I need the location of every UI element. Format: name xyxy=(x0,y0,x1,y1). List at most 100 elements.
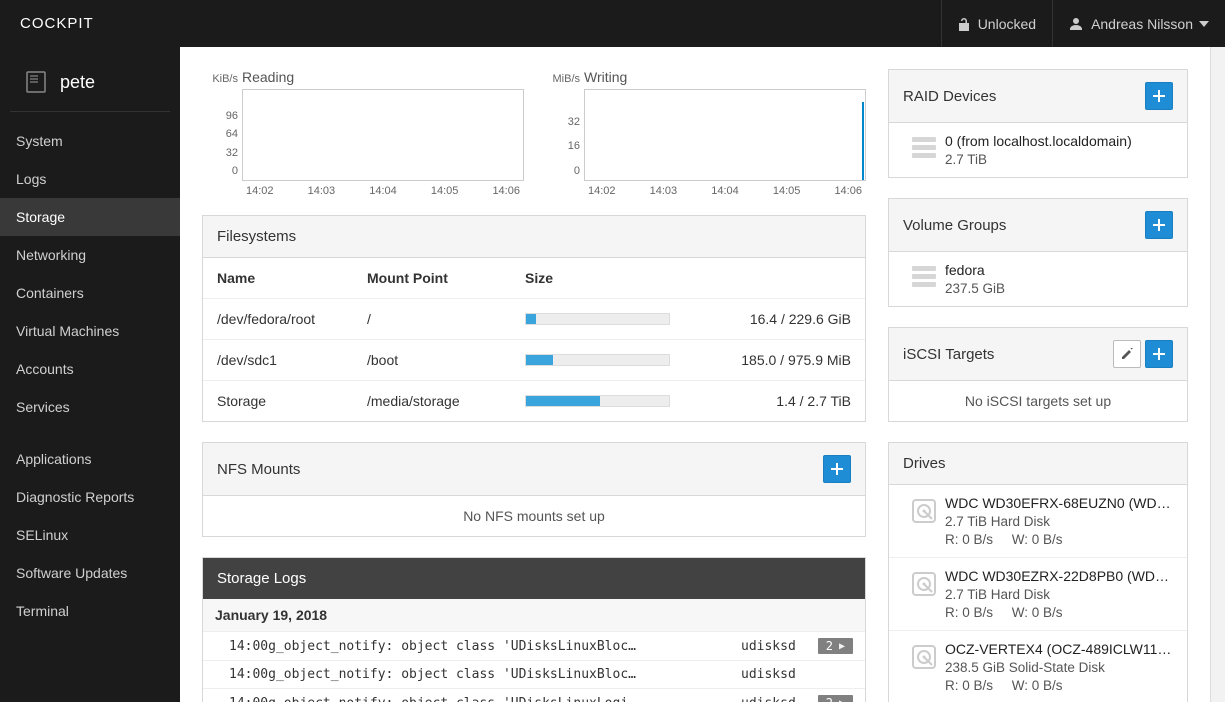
fs-name: /dev/fedora/root xyxy=(217,311,367,327)
log-time: 14:00 xyxy=(215,696,268,702)
col-header-mount: Mount Point xyxy=(367,270,525,286)
sidebar-item[interactable]: Containers xyxy=(0,274,180,312)
chevron-down-icon xyxy=(1199,21,1209,27)
usage-bar xyxy=(525,354,670,366)
chart-title: Reading xyxy=(242,69,524,85)
list-item[interactable]: WDC WD30EZRX-22D8PB0 (WD…2.7 TiB Hard Di… xyxy=(889,558,1187,631)
item-rw: R: 0 B/s W: 0 B/s xyxy=(945,532,1173,547)
unlock-icon xyxy=(958,17,970,31)
lock-toggle[interactable]: Unlocked xyxy=(941,0,1052,47)
fs-mount: /boot xyxy=(367,352,525,368)
triangle-right-icon: ▶ xyxy=(839,698,845,702)
edit-iscsi-button[interactable] xyxy=(1113,340,1141,368)
user-icon xyxy=(1069,17,1083,31)
log-time: 14:00 xyxy=(215,639,268,654)
filesystem-row[interactable]: /dev/fedora/root/ 16.4 / 229.6 GiB xyxy=(203,299,865,340)
sidebar-item[interactable]: Software Updates xyxy=(0,554,180,592)
server-icon xyxy=(26,71,46,93)
user-menu[interactable]: Andreas Nilsson xyxy=(1052,0,1225,47)
sidebar-item[interactable]: Logs xyxy=(0,160,180,198)
io-charts: KiB/s 96 64 32 0 Reading 14:02 14:03 14:… xyxy=(202,69,866,197)
storage-logs-panel: Storage Logs January 19, 2018 14:00g_obj… xyxy=(202,557,866,702)
raid-panel: RAID Devices 0 (from localhost.localdoma… xyxy=(888,69,1188,178)
host-name: pete xyxy=(60,72,95,93)
chart-title: Writing xyxy=(584,69,866,85)
triangle-right-icon: ▶ xyxy=(839,641,845,652)
panel-title: NFS Mounts xyxy=(217,461,300,478)
sidebar: pete SystemLogsStorageNetworkingContaine… xyxy=(0,47,180,702)
sidebar-item[interactable]: Terminal xyxy=(0,592,180,630)
sidebar-item[interactable]: Storage xyxy=(0,198,180,236)
fs-size: 185.0 / 975.9 MiB xyxy=(741,352,851,368)
stack-icon xyxy=(903,133,945,167)
usage-bar xyxy=(525,313,670,325)
table-header: Name Mount Point Size xyxy=(203,258,865,299)
add-vg-button[interactable] xyxy=(1145,211,1173,239)
plus-icon xyxy=(1153,348,1165,360)
top-header: COCKPIT Unlocked Andreas Nilsson xyxy=(0,0,1225,47)
item-subtitle: 2.7 TiB Hard Disk xyxy=(945,587,1173,602)
chart-canvas[interactable] xyxy=(584,89,866,181)
log-message: g_object_notify: object class 'UDisksLin… xyxy=(268,667,741,682)
scrollbar[interactable] xyxy=(1210,47,1225,702)
drives-panel: Drives WDC WD30EFRX-68EUZN0 (WD…2.7 TiB … xyxy=(888,442,1188,702)
panel-title: Volume Groups xyxy=(903,217,1006,234)
plus-icon xyxy=(831,463,843,475)
item-subtitle: 237.5 GiB xyxy=(945,281,1173,296)
filesystems-panel: Filesystems Name Mount Point Size /dev/f… xyxy=(202,215,866,422)
add-nfs-button[interactable] xyxy=(823,455,851,483)
plus-icon xyxy=(1153,219,1165,231)
sidebar-item[interactable]: Applications xyxy=(0,440,180,478)
fs-size: 16.4 / 229.6 GiB xyxy=(750,311,851,327)
list-item[interactable]: OCZ-VERTEX4 (OCZ-489ICLW11… 238.5 GiB Sol… xyxy=(889,631,1187,702)
volume-groups-panel: Volume Groups fedora 237.5 GiB xyxy=(888,198,1188,307)
panel-header: iSCSI Targets xyxy=(889,328,1187,381)
host-selector[interactable]: pete xyxy=(10,59,170,112)
list-item[interactable]: WDC WD30EFRX-68EUZN0 (WD…2.7 TiB Hard Di… xyxy=(889,485,1187,558)
pencil-icon xyxy=(1121,348,1133,360)
main-content: KiB/s 96 64 32 0 Reading 14:02 14:03 14:… xyxy=(180,47,1210,702)
writing-chart: MiB/s 32 16 0 Writing 14:02 14:03 xyxy=(544,69,866,197)
panel-title: Storage Logs xyxy=(217,570,306,587)
add-raid-button[interactable] xyxy=(1145,82,1173,110)
panel-header: Storage Logs xyxy=(203,558,865,599)
sidebar-item[interactable]: Services xyxy=(0,388,180,426)
item-title: fedora xyxy=(945,262,1173,278)
filesystem-row[interactable]: /dev/sdc1/boot185.0 / 975.9 MiB xyxy=(203,340,865,381)
sidebar-item[interactable]: Accounts xyxy=(0,350,180,388)
stack-icon xyxy=(903,262,945,296)
sidebar-item[interactable]: System xyxy=(0,122,180,160)
log-row[interactable]: 14:00g_object_notify: object class 'UDis… xyxy=(203,661,865,689)
panel-header: NFS Mounts xyxy=(203,443,865,496)
panel-header: Volume Groups xyxy=(889,199,1187,252)
item-subtitle: 238.5 GiB Solid-State Disk xyxy=(945,660,1173,675)
disk-icon xyxy=(903,641,945,693)
filesystem-row[interactable]: Storage/media/storage1.4 / 2.7 TiB xyxy=(203,381,865,421)
log-message: g_object_notify: object class 'UDisksLin… xyxy=(268,696,741,702)
col-header-size: Size xyxy=(525,270,851,286)
item-rw: R: 0 B/s W: 0 B/s xyxy=(945,605,1173,620)
fs-mount: / xyxy=(367,311,525,327)
panel-title: RAID Devices xyxy=(903,88,996,105)
disk-icon xyxy=(903,568,945,620)
count-badge: 2▶ xyxy=(818,638,853,654)
chart-canvas[interactable] xyxy=(242,89,524,181)
sidebar-item[interactable]: Virtual Machines xyxy=(0,312,180,350)
list-item[interactable]: 0 (from localhost.localdomain)2.7 TiB xyxy=(889,123,1187,177)
sidebar-item[interactable]: Networking xyxy=(0,236,180,274)
list-item[interactable]: fedora 237.5 GiB xyxy=(889,252,1187,306)
nfs-panel: NFS Mounts No NFS mounts set up xyxy=(202,442,866,537)
add-iscsi-button[interactable] xyxy=(1145,340,1173,368)
lock-label: Unlocked xyxy=(978,16,1036,32)
user-name: Andreas Nilsson xyxy=(1091,16,1193,32)
count-badge: 2▶ xyxy=(818,695,853,702)
sidebar-separator xyxy=(0,426,180,440)
sidebar-item[interactable]: SELinux xyxy=(0,516,180,554)
sidebar-item[interactable]: Diagnostic Reports xyxy=(0,478,180,516)
item-title: OCZ-VERTEX4 (OCZ-489ICLW11… xyxy=(945,641,1173,657)
iscsi-panel: iSCSI Targets No iSCSI targets set up xyxy=(888,327,1188,422)
panel-header: Filesystems xyxy=(203,216,865,258)
fs-mount: /media/storage xyxy=(367,393,525,409)
log-row[interactable]: 14:00g_object_notify: object class 'UDis… xyxy=(203,689,865,702)
log-row[interactable]: 14:00g_object_notify: object class 'UDis… xyxy=(203,632,865,661)
